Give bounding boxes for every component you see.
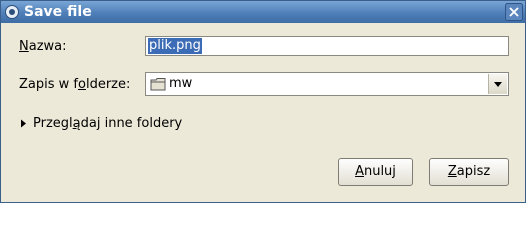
dialog-content: Nazwa: plik.png Zapis w folderze: mw Prz… [1,23,525,202]
app-menu-icon[interactable] [4,4,20,20]
chevron-down-icon [494,82,502,87]
close-icon[interactable] [505,3,523,21]
folder-icon [150,78,166,91]
title-bar[interactable]: Save file [1,1,525,23]
file-name-input[interactable]: plik.png [145,36,509,56]
folder-select[interactable]: mw [145,72,509,96]
window-title: Save file [24,4,92,20]
file-name-selected-text: plik.png [148,38,202,54]
name-label: Nazwa: [19,39,67,54]
folder-dropdown-button[interactable] [488,74,507,94]
expander-arrow-icon[interactable] [19,119,28,128]
folder-label: Zapis w folderze: [19,77,131,92]
folder-name: mw [169,76,193,91]
save-button[interactable]: Zapisz [429,158,509,186]
browse-other-folders-toggle[interactable]: Przeglądaj inne foldery [33,116,182,132]
save-file-dialog: Save file Nazwa: plik.png Zapis w folder… [0,0,526,203]
cancel-button[interactable]: Anuluj [338,158,413,186]
